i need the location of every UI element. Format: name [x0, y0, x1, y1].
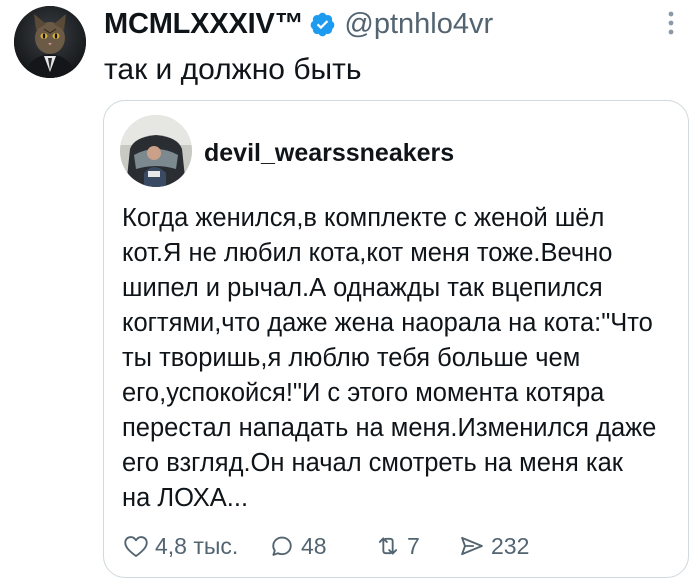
quoted-text-line: когтями,что даже жена наорала на кота:"Ч… [122, 309, 653, 337]
tweet-text: так и должно быть [104, 53, 362, 86]
more-options-button[interactable] [656, 8, 686, 38]
comment-bubble-icon [272, 536, 292, 556]
like-button[interactable]: 4,8 тыс. [122, 529, 238, 563]
quoted-author-username[interactable]: devil_wearssneakers [204, 139, 454, 168]
repost-count: 7 [407, 532, 420, 559]
author-handle[interactable]: @ptnhlo4vr [344, 8, 493, 41]
quoted-author-avatar[interactable] [120, 115, 192, 187]
quoted-text-line: ты творишь,я люблю тебя больше чем [122, 344, 581, 372]
reply-button[interactable]: 48 [268, 529, 327, 563]
author-avatar[interactable] [14, 6, 86, 78]
send-arrow-icon [461, 536, 483, 556]
quoted-post-card[interactable]: devil_wearssneakers Когда женился,в комп… [103, 100, 689, 578]
tweet: MCMLXXXIV™ @ptnhlo4vr так и должно быть [0, 0, 700, 587]
author-display-name[interactable]: MCMLXXXIV™ [104, 8, 304, 41]
quoted-post-actions: 4,8 тыс. 48 7 232 [118, 529, 678, 563]
repost-button[interactable]: 7 [374, 529, 420, 563]
heart-icon [124, 536, 148, 557]
quoted-text-line: кот.Я не любил кота,кот меня тоже.Вечно [122, 239, 613, 267]
more-vertical-icon [668, 11, 674, 35]
quoted-text-line: перестал нападать на меня.Изменился даже [122, 414, 657, 442]
cat-in-suit-avatar-image [14, 6, 86, 78]
quoted-text-line: на ЛОХА... [122, 484, 249, 512]
quoted-text-line: его взгляд.Он начал смотреть на меня как [122, 449, 623, 477]
share-count: 232 [491, 532, 530, 559]
like-count: 4,8 тыс. [155, 532, 239, 559]
share-button[interactable]: 232 [458, 529, 529, 563]
quoted-text-line: шипел и рычал.А однажды так вцепился [122, 274, 603, 302]
author-row: MCMLXXXIV™ @ptnhlo4vr [104, 6, 493, 42]
verified-badge-icon [309, 11, 336, 38]
reply-count: 48 [301, 532, 327, 559]
man-in-car-avatar-image [120, 115, 192, 187]
repost-icon [378, 537, 398, 555]
quoted-text-line: его,успокойся!"И с этого момента котяра [122, 379, 605, 407]
quoted-post-text: Когда женился,в комплекте с женой шёл ко… [122, 201, 678, 516]
quoted-text-line: Когда женился,в комплекте с женой шёл [122, 204, 605, 232]
